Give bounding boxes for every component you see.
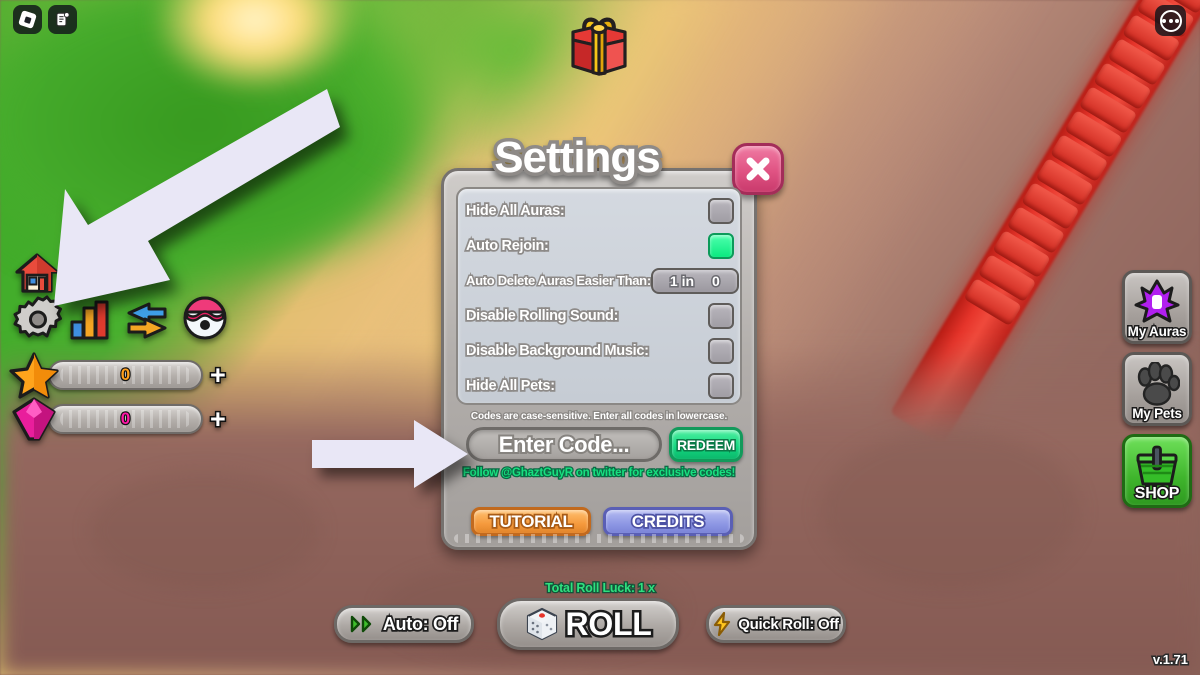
lightning-icon xyxy=(714,612,731,636)
chat-icon xyxy=(56,11,70,27)
tutorial-button[interactable]: TUTORIAL xyxy=(471,507,591,536)
shop-basket-icon xyxy=(1125,441,1189,491)
credits-label: CREDITS xyxy=(630,510,706,532)
code-input[interactable]: Enter Code... xyxy=(466,427,662,462)
gems-value: 0 xyxy=(120,408,132,429)
quick-roll-label: Quick Roll: Off xyxy=(737,614,841,634)
my-pets-label: My Pets xyxy=(1131,405,1184,423)
sidebar-item-index[interactable] xyxy=(180,293,230,343)
more-options-button[interactable] xyxy=(1155,5,1186,36)
setting-row-auto-delete-auras: Auto Delete Auras Easier Than: 1 in 0 xyxy=(465,263,739,298)
toggle-disable-background-music[interactable] xyxy=(708,337,734,364)
home-icon xyxy=(15,253,59,293)
toggle-hide-all-pets[interactable] xyxy=(708,372,734,399)
total-roll-luck: Total Roll Luck: 1 x xyxy=(544,580,656,597)
shop-button[interactable]: SHOP xyxy=(1122,434,1192,508)
gift-button[interactable] xyxy=(561,8,637,84)
aura-icon xyxy=(1125,277,1189,327)
setting-label: Hide All Pets: xyxy=(464,376,556,395)
sidebar-item-home[interactable] xyxy=(12,248,62,298)
redeem-label: REDEEM xyxy=(675,435,736,454)
chat-button[interactable] xyxy=(48,5,77,34)
trade-arrows-icon xyxy=(127,302,167,339)
setting-label: Disable Background Music: xyxy=(464,341,650,360)
roll-button[interactable]: ROLL xyxy=(497,598,679,650)
codes-note: Codes are case-sensitive. Enter all code… xyxy=(470,410,729,424)
gear-icon xyxy=(13,295,62,338)
add-stars-button[interactable]: + xyxy=(209,360,228,390)
settings-panel: Settings Hide All Auras: Auto Rejoin: Au… xyxy=(441,130,784,550)
quick-roll-button[interactable]: Quick Roll: Off xyxy=(706,605,846,643)
credits-button[interactable]: CREDITS xyxy=(603,507,733,536)
setting-row-disable-background-music: Disable Background Music: xyxy=(464,333,734,368)
auto-roll-button[interactable]: Auto: Off xyxy=(334,605,474,643)
setting-row-hide-all-pets: Hide All Pets: xyxy=(464,368,734,403)
paw-icon xyxy=(1125,359,1189,409)
my-auras-label: My Auras xyxy=(1126,323,1188,341)
currency-stars: 0 + xyxy=(8,351,228,399)
version-label: v.1.71 xyxy=(1151,651,1189,669)
currency-gems: 0 + xyxy=(8,395,228,443)
setting-row-disable-rolling-sound: Disable Rolling Sound: xyxy=(464,298,734,333)
settings-rows: Hide All Auras: Auto Rejoin: Auto Delete… xyxy=(456,187,742,405)
toggle-auto-rejoin[interactable] xyxy=(708,232,734,259)
sidebar-item-stats[interactable] xyxy=(66,295,114,343)
gems-bar[interactable]: 0 xyxy=(48,404,203,434)
double-chevron-icon xyxy=(350,615,372,633)
threshold-value: 0 xyxy=(711,271,722,290)
gem-icon xyxy=(8,395,60,443)
gift-box-icon xyxy=(571,17,627,76)
egg-icon xyxy=(183,296,227,340)
close-button[interactable] xyxy=(732,143,784,195)
my-auras-button[interactable]: My Auras xyxy=(1122,270,1192,344)
roblox-logo-button[interactable] xyxy=(13,5,42,34)
bar-chart-icon xyxy=(70,300,109,340)
my-pets-button[interactable]: My Pets xyxy=(1122,352,1192,426)
setting-label: Auto Delete Auras Easier Than: xyxy=(465,272,653,290)
follow-note[interactable]: Follow @GhaztGuyR on twitter for exclusi… xyxy=(460,466,738,481)
roll-label: ROLL xyxy=(563,603,654,644)
setting-row-auto-rejoin: Auto Rejoin: xyxy=(464,228,734,263)
shop-label: SHOP xyxy=(1133,484,1181,504)
setting-label: Disable Rolling Sound: xyxy=(464,306,620,325)
toggle-hide-all-auras[interactable] xyxy=(708,197,734,224)
page-title: Settings xyxy=(491,130,665,186)
star-icon xyxy=(8,351,60,399)
setting-label: Hide All Auras: xyxy=(464,201,566,220)
threshold-prefix: 1 in xyxy=(668,271,695,290)
auto-delete-threshold-field[interactable]: 1 in 0 xyxy=(650,267,739,294)
setting-row-hide-all-auras: Hide All Auras: xyxy=(464,193,734,228)
dice-icon xyxy=(526,607,557,641)
roblox-logo-icon xyxy=(18,10,37,29)
stars-bar[interactable]: 0 xyxy=(48,360,203,390)
redeem-button[interactable]: REDEEM xyxy=(669,427,743,462)
setting-label: Auto Rejoin: xyxy=(464,236,550,255)
more-options-icon xyxy=(1159,9,1182,32)
close-icon xyxy=(746,157,770,181)
sidebar-item-trade[interactable] xyxy=(122,297,172,343)
tutorial-label: TUTORIAL xyxy=(488,510,575,532)
auto-roll-label: Auto: Off xyxy=(381,612,460,635)
add-gems-button[interactable]: + xyxy=(209,404,228,434)
code-placeholder: Enter Code... xyxy=(497,430,632,459)
sidebar-item-settings[interactable] xyxy=(12,294,64,346)
toggle-disable-rolling-sound[interactable] xyxy=(708,302,734,329)
stars-value: 0 xyxy=(120,364,132,385)
